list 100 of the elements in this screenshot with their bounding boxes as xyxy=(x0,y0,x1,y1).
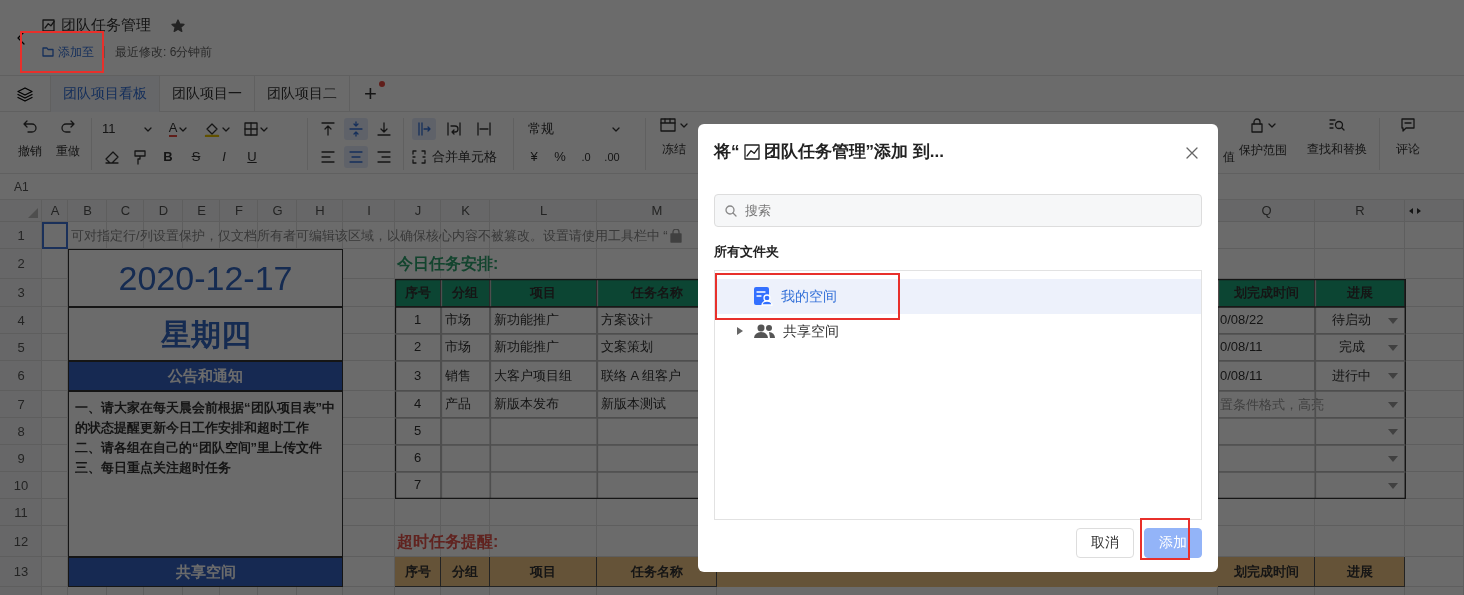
column-header: 序号 xyxy=(395,557,441,587)
italic-button[interactable]: I xyxy=(212,146,236,168)
table-cell: 4 xyxy=(395,391,441,418)
document-title: 团队任务管理 xyxy=(61,15,151,36)
font-size-dropdown[interactable]: 11 xyxy=(100,118,152,140)
eraser-icon xyxy=(104,149,120,165)
search-icon xyxy=(725,205,737,217)
merge-icon xyxy=(412,150,426,164)
comment-button[interactable]: 评论 xyxy=(1392,118,1424,158)
freeze-icon xyxy=(660,118,676,132)
clip-icon xyxy=(476,121,492,137)
dialog-title: 团队任务管理”添加 到... xyxy=(763,141,944,164)
sheet-tab[interactable]: 团队项目一 xyxy=(160,75,255,112)
dropdown-icon xyxy=(1388,482,1398,489)
column-header[interactable]: J xyxy=(395,200,441,222)
section-title: 超时任务提醒: xyxy=(396,531,500,552)
percent-button[interactable]: % xyxy=(548,146,572,168)
column-header: 项目 xyxy=(490,557,597,587)
column-header[interactable]: G xyxy=(258,200,297,222)
undo-button[interactable]: 撤销 xyxy=(14,118,46,170)
column-header: 划完成时间 xyxy=(1218,557,1315,587)
table-cell: 7 xyxy=(395,472,441,499)
number-format-dropdown[interactable]: 常规 xyxy=(522,118,626,140)
caret-icon xyxy=(179,126,188,132)
folder-item[interactable]: 我的空间 xyxy=(715,278,1201,314)
find-replace-button[interactable]: 查找和替换 xyxy=(1303,118,1371,158)
column-header[interactable]: K xyxy=(441,200,490,222)
align-center-icon xyxy=(348,149,364,165)
section-label: 所有文件夹 xyxy=(714,243,780,261)
sheet-tab[interactable]: 团队项目看板 xyxy=(50,75,160,112)
column-header[interactable]: C xyxy=(107,200,144,222)
column-header[interactable]: L xyxy=(490,200,597,222)
table-cell: 2 xyxy=(395,334,441,361)
people-icon xyxy=(753,323,775,339)
column-header[interactable]: B xyxy=(68,200,107,222)
dropdown-icon xyxy=(1388,401,1398,408)
scroll-arrows-icon xyxy=(1409,207,1421,215)
lock-icon xyxy=(1250,118,1264,133)
table-cell: 产品 xyxy=(441,391,490,418)
table-cell: 5 xyxy=(395,418,441,445)
column-header[interactable]: F xyxy=(220,200,258,222)
currency-button[interactable]: ¥ xyxy=(522,146,546,168)
decrease-decimals-button[interactable]: .0 xyxy=(574,146,598,168)
cell-value-button[interactable]: 值 xyxy=(1223,118,1235,166)
protect-range-button[interactable]: 保护范围 xyxy=(1235,118,1291,159)
find-icon xyxy=(1329,118,1345,132)
column-header: 分组 xyxy=(441,557,490,587)
font-color-button[interactable]: A xyxy=(166,118,190,140)
table-cell: 待启动 xyxy=(1332,312,1371,328)
name-box[interactable]: A1 xyxy=(14,177,29,196)
add-sheet-button[interactable]: + xyxy=(358,82,383,105)
weekday-cell: 星期四 xyxy=(68,307,343,361)
overflow-button[interactable] xyxy=(412,118,436,140)
dropdown-icon xyxy=(1388,455,1398,462)
column-header[interactable]: E xyxy=(183,200,220,222)
table-cell: 市场 xyxy=(441,307,490,334)
merge-cells-button[interactable]: 合并单元格 xyxy=(412,146,497,168)
sheet-tab[interactable]: 团队项目二 xyxy=(255,75,350,112)
format-painter-icon xyxy=(132,149,148,165)
table-cell: 市场 xyxy=(441,334,490,361)
section-heading: 公告和通知 xyxy=(68,361,343,391)
dropdown-icon xyxy=(1388,344,1398,351)
table-cell: 新功能推广 xyxy=(490,334,597,361)
borders-icon xyxy=(244,122,258,136)
dropdown-icon xyxy=(1388,428,1398,435)
strikethrough-button[interactable]: S xyxy=(184,146,208,168)
lock-icon xyxy=(669,228,682,243)
redo-button[interactable]: 重做 xyxy=(52,118,84,170)
back-icon xyxy=(16,30,26,47)
folder-item[interactable]: 共享空间 xyxy=(715,313,1201,349)
table-cell: 1 xyxy=(395,307,441,334)
date-cell: 2020-12-17 xyxy=(68,249,343,307)
table-cell: 6 xyxy=(395,445,441,472)
search-field[interactable]: 搜索 xyxy=(714,194,1202,227)
freeze-button[interactable]: 冻结 xyxy=(656,118,692,158)
column-header[interactable]: D xyxy=(144,200,183,222)
comment-icon xyxy=(1401,118,1415,132)
increase-decimals-button[interactable]: .00 xyxy=(600,146,624,168)
table-cell: 大客户项目组 xyxy=(490,361,597,391)
bold-button[interactable]: B xyxy=(156,146,180,168)
align-right-icon xyxy=(376,149,392,165)
close-icon xyxy=(1186,146,1198,159)
column-header[interactable]: Q xyxy=(1218,200,1315,222)
underline-button[interactable]: U xyxy=(240,146,264,168)
overflow-icon xyxy=(416,121,432,137)
cancel-button[interactable]: 取消 xyxy=(1076,527,1134,558)
align-left-icon xyxy=(320,149,336,165)
column-header[interactable]: H xyxy=(297,200,343,222)
align-top-icon xyxy=(320,121,336,137)
column-header[interactable]: A xyxy=(42,200,68,222)
align-middle-button[interactable] xyxy=(344,118,368,140)
caret-icon xyxy=(144,126,152,132)
wrap-text-icon xyxy=(446,121,462,137)
align-center-button[interactable] xyxy=(344,146,368,168)
align-bottom-icon xyxy=(376,121,392,137)
caret-icon xyxy=(1268,123,1276,128)
document-icon xyxy=(42,19,55,32)
column-header[interactable]: R xyxy=(1315,200,1405,222)
redo-icon xyxy=(60,118,76,134)
add-to-link[interactable]: 添加至 xyxy=(58,42,94,61)
